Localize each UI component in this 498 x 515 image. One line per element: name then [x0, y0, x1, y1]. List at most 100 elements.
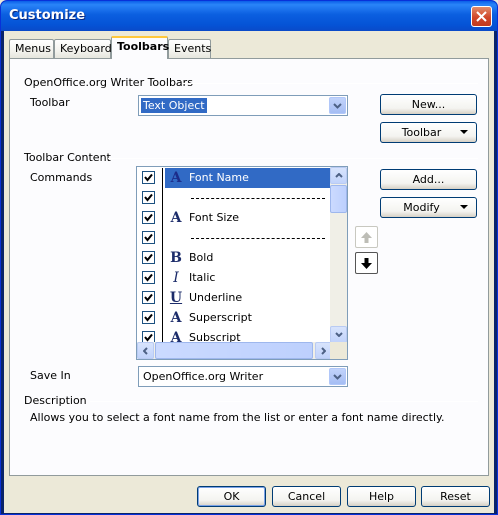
separator-row[interactable]: [137, 228, 330, 248]
checkmark-icon: [144, 233, 153, 242]
button-label: Help: [368, 490, 395, 503]
button-label: Toolbar: [401, 126, 442, 139]
column-divider: [162, 188, 163, 208]
save-in-label: Save In: [30, 369, 71, 382]
command-row[interactable]: U Underline: [137, 288, 330, 308]
description-text: Allows you to select a font name from th…: [30, 411, 445, 424]
vertical-scrollbar[interactable]: [330, 167, 347, 343]
font-size-icon: A: [170, 210, 182, 226]
scroll-down-button[interactable]: [330, 326, 347, 343]
button-label: OK: [223, 490, 240, 503]
chevron-down-icon: [334, 332, 343, 337]
toolbars-section-heading: OpenOffice.org Writer Toolbars: [24, 76, 193, 89]
content-section-heading: Toolbar Content: [24, 151, 111, 164]
scroll-left-button[interactable]: [137, 342, 154, 359]
cancel-button[interactable]: Cancel: [272, 486, 341, 507]
ok-button[interactable]: OK: [197, 486, 266, 507]
menu-arrow-icon: [460, 130, 468, 134]
command-row[interactable]: I Italic: [137, 268, 330, 288]
command-label: Superscript: [189, 311, 252, 324]
tab-keyboard[interactable]: Keyboard: [54, 39, 112, 58]
close-button[interactable]: [471, 6, 492, 27]
font-name-icon: A: [170, 170, 182, 186]
separator-line: [191, 198, 325, 199]
scroll-up-button[interactable]: [330, 167, 347, 184]
column-divider: [162, 268, 163, 288]
tab-label: Keyboard: [60, 42, 112, 55]
separator-line: [191, 238, 325, 239]
commands-label: Commands: [30, 171, 93, 184]
reset-button[interactable]: Reset: [421, 486, 490, 507]
toolbar-label: Toolbar: [30, 96, 70, 109]
italic-icon: I: [173, 270, 179, 286]
checkmark-icon: [144, 173, 153, 182]
title-bar[interactable]: Customize: [1, 1, 497, 31]
new-toolbar-button[interactable]: New...: [380, 94, 477, 115]
move-up-button[interactable]: [355, 226, 378, 248]
save-in-select[interactable]: OpenOffice.org Writer: [138, 366, 348, 387]
horizontal-scrollbar[interactable]: [137, 342, 332, 359]
command-checkbox[interactable]: [142, 191, 155, 204]
column-divider: [162, 228, 163, 248]
tab-menus[interactable]: Menus: [9, 39, 54, 58]
vertical-scroll-thumb[interactable]: [330, 185, 347, 213]
add-command-button[interactable]: Add...: [380, 169, 477, 190]
toolbar-select-value: Text Object: [141, 98, 207, 113]
close-icon: [476, 11, 487, 22]
command-checkbox[interactable]: [142, 271, 155, 284]
command-row[interactable]: A Font Size: [137, 208, 330, 228]
toolbar-select[interactable]: Text Object: [138, 95, 348, 116]
button-label: Add...: [412, 173, 445, 186]
button-label: Modify: [403, 201, 440, 214]
chevron-down-icon: [333, 373, 342, 380]
checkmark-icon: [144, 293, 153, 302]
checkmark-icon: [144, 213, 153, 222]
move-down-button[interactable]: [355, 252, 378, 274]
help-button[interactable]: Help: [347, 486, 416, 507]
column-divider: [162, 308, 163, 328]
toolbar-menu-button[interactable]: Toolbar: [380, 122, 477, 143]
command-checkbox[interactable]: [142, 291, 155, 304]
commands-list[interactable]: A Font Name A Font Size B Bold I Italic U Underli…: [136, 166, 348, 360]
save-in-value: OpenOffice.org Writer: [143, 370, 264, 383]
button-label: New...: [411, 98, 446, 111]
command-row[interactable]: B Bold: [137, 248, 330, 268]
command-label: Font Size: [189, 211, 240, 224]
command-label: Bold: [189, 251, 214, 264]
underline-icon: U: [169, 290, 183, 306]
tab-toolbars[interactable]: Toolbars: [111, 36, 170, 59]
chevron-up-icon: [334, 173, 343, 178]
checkmark-icon: [144, 333, 153, 342]
column-divider: [162, 288, 163, 308]
command-label: Font Name: [189, 171, 249, 184]
command-checkbox[interactable]: [142, 231, 155, 244]
section-divider: [90, 401, 478, 402]
toolbar-dropdown-button[interactable]: [329, 97, 346, 114]
column-divider: [162, 208, 163, 228]
command-checkbox[interactable]: [142, 171, 155, 184]
button-label: Cancel: [287, 490, 326, 503]
chevron-down-icon: [333, 102, 342, 109]
command-label: Underline: [189, 291, 243, 304]
checkmark-icon: [144, 273, 153, 282]
horizontal-scroll-thumb[interactable]: [155, 342, 313, 359]
arrow-up-icon: [361, 231, 372, 243]
window-title: Customize: [9, 8, 86, 23]
column-divider: [162, 168, 163, 188]
command-label: Italic: [189, 271, 216, 284]
description-heading: Description: [24, 394, 87, 407]
tab-events[interactable]: Events: [168, 39, 211, 58]
separator-row[interactable]: [137, 188, 330, 208]
command-checkbox[interactable]: [142, 251, 155, 264]
command-checkbox[interactable]: [142, 211, 155, 224]
modify-menu-button[interactable]: Modify: [380, 197, 477, 218]
save-in-dropdown-button[interactable]: [329, 368, 346, 385]
tab-label: Toolbars: [117, 40, 170, 53]
command-row[interactable]: A Font Name: [137, 168, 330, 188]
scroll-corner: [330, 342, 347, 359]
command-checkbox[interactable]: [142, 311, 155, 324]
command-row[interactable]: A Superscript: [137, 308, 330, 328]
checkmark-icon: [144, 313, 153, 322]
arrow-down-icon: [361, 257, 372, 269]
chevron-right-icon: [321, 346, 326, 355]
